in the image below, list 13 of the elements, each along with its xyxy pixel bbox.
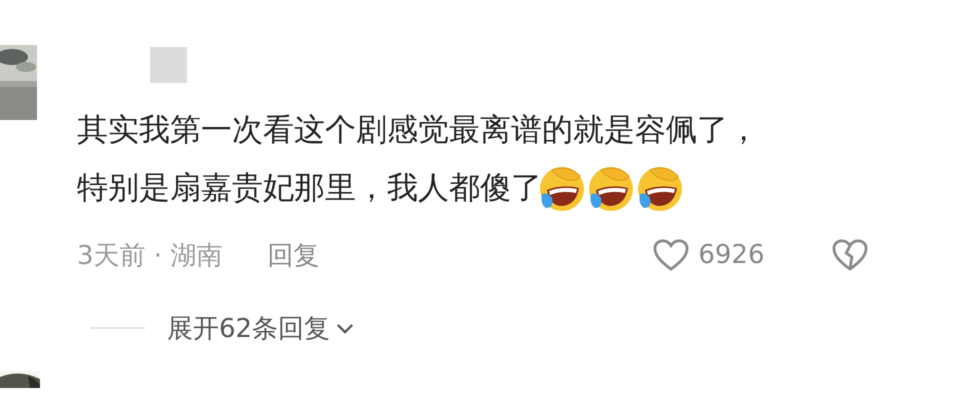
laughing-crying-face-icon [538, 164, 586, 212]
time-location-text: 3天前 · 湖南 [77, 240, 222, 272]
like-icon[interactable] [652, 238, 690, 272]
comment-text-line: 其实我第一次看这个剧感觉最离谱的就是容佩了， [77, 111, 760, 150]
laughing-crying-face-icon [636, 164, 684, 212]
comment-text-line: 特别是扇嘉贵妃那里，我人都傻了 [77, 159, 947, 217]
expand-replies-link[interactable]: 展开62条回复 [167, 310, 330, 346]
reply-link[interactable]: 回复 [267, 238, 320, 272]
dislike-icon[interactable] [830, 238, 869, 272]
redacted-name-block [150, 47, 187, 83]
laughing-crying-face-icon [587, 164, 635, 212]
chevron-down-icon[interactable] [336, 322, 354, 334]
like-count: 6926 [698, 240, 765, 270]
